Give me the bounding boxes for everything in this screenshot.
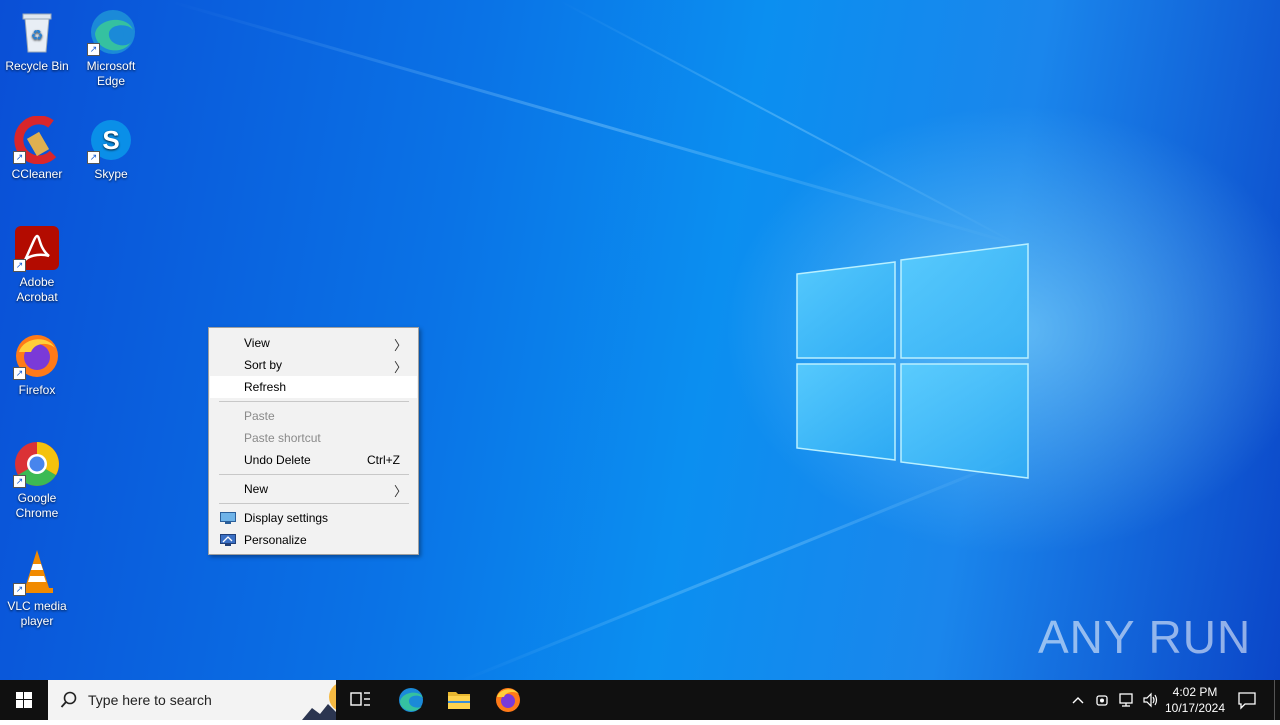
menu-item-display-settings[interactable]: Display settings: [210, 507, 417, 529]
task-view-button[interactable]: [342, 680, 378, 720]
recycle-bin-icon: ♻: [13, 8, 61, 56]
microsoft-edge-icon: ↗: [87, 8, 135, 56]
windows-logo-wallpaper: [796, 243, 1029, 479]
skype-icon: S ↗: [87, 116, 135, 164]
menu-item-refresh[interactable]: Refresh: [210, 376, 417, 398]
chevron-right-icon: 〉: [393, 360, 407, 375]
menu-item-view[interactable]: View 〉: [210, 332, 417, 354]
light-beam: [459, 447, 1036, 680]
desktop-icon-label: Skype: [94, 167, 128, 181]
display-settings-icon: [220, 512, 236, 524]
action-center-button[interactable]: [1237, 690, 1257, 713]
firefox-icon: ↗: [13, 332, 61, 380]
desktop-icon-label: VLC media player: [7, 599, 67, 628]
menu-item-paste[interactable]: Paste: [210, 405, 417, 427]
desktop-icon-google-chrome[interactable]: ↗ Google Chrome: [0, 440, 74, 521]
desktop-icon-label: Google Chrome: [15, 491, 59, 520]
taskbar-file-explorer-button[interactable]: [442, 680, 476, 720]
desktop-context-menu: View 〉 Sort by 〉 Refresh Paste Paste sho…: [208, 327, 419, 555]
svg-text:S: S: [102, 125, 119, 155]
menu-separator: [219, 401, 409, 402]
taskbar-search-box[interactable]: Type here to search: [48, 680, 336, 720]
desktop-icon-label: CCleaner: [11, 167, 63, 181]
svg-text:♻: ♻: [31, 27, 44, 43]
shortcut-arrow-icon: ↗: [13, 475, 26, 488]
start-button[interactable]: [0, 680, 48, 720]
menu-item-personalize[interactable]: Personalize: [210, 529, 417, 551]
personalize-icon: [220, 534, 236, 546]
light-beam: [169, 0, 1036, 252]
folder-icon: [448, 692, 470, 709]
chevron-right-icon: 〉: [393, 338, 407, 353]
menu-item-new[interactable]: New 〉: [210, 478, 417, 500]
desktop-icon-ccleaner[interactable]: ↗ CCleaner: [0, 115, 74, 182]
shortcut-arrow-icon: ↗: [13, 583, 26, 596]
microsoft-edge-icon: [399, 688, 423, 712]
taskbar: Type here to search 4:02 PM 10/17/2024: [0, 680, 1280, 720]
ccleaner-icon: ↗: [13, 115, 61, 165]
shortcut-arrow-icon: ↗: [13, 151, 26, 164]
search-placeholder: Type here to search: [88, 692, 212, 708]
task-view-icon: [350, 692, 370, 706]
desktop-icon-microsoft-edge[interactable]: ↗ Microsoft Edge: [74, 8, 148, 89]
desktop-icon-vlc-media-player[interactable]: ↗ VLC media player: [0, 548, 74, 629]
desktop-icon-label: Adobe Acrobat: [16, 275, 58, 304]
shortcut-arrow-icon: ↗: [13, 259, 26, 272]
show-desktop-button[interactable]: [1274, 680, 1275, 720]
desktop-icon-skype[interactable]: S ↗ Skype: [74, 116, 148, 182]
desktop-icon-adobe-acrobat[interactable]: ↗ Adobe Acrobat: [0, 224, 74, 305]
show-hidden-icons-button[interactable]: [1070, 690, 1086, 713]
menu-item-undo-delete[interactable]: Undo Delete Ctrl+Z: [210, 449, 417, 471]
clock-date: 10/17/2024: [1164, 701, 1226, 715]
light-beam: [559, 0, 1020, 247]
desktop[interactable]: ♻ Recycle Bin ↗ Microsoft Edge ↗ CCleane…: [0, 0, 1280, 680]
taskbar-clock[interactable]: 4:02 PM 10/17/2024: [1160, 684, 1230, 716]
tray-meet-now-button[interactable]: [1094, 690, 1112, 713]
shortcut-arrow-icon: ↗: [87, 151, 100, 164]
notification-icon: [1238, 692, 1256, 710]
taskbar-firefox-button[interactable]: [491, 680, 525, 720]
google-chrome-icon: ↗: [13, 440, 61, 488]
clock-time: 4:02 PM: [1172, 685, 1218, 699]
tray-network-button[interactable]: [1117, 690, 1135, 713]
menu-item-sort-by[interactable]: Sort by 〉: [210, 354, 417, 376]
network-icon: [1119, 693, 1133, 707]
vlc-cone-icon: ↗: [13, 548, 61, 596]
adobe-acrobat-icon: ↗: [13, 224, 61, 272]
chevron-right-icon: 〉: [393, 484, 407, 499]
desktop-icon-label: Microsoft Edge: [86, 59, 136, 88]
menu-separator: [219, 474, 409, 475]
shortcut-arrow-icon: ↗: [87, 43, 100, 56]
desktop-icon-label: Recycle Bin: [5, 59, 69, 73]
search-highlight-illustration: [302, 680, 336, 720]
shortcut-arrow-icon: ↗: [13, 367, 26, 380]
menu-separator: [219, 503, 409, 504]
chevron-up-icon: [1072, 697, 1084, 704]
taskbar-edge-button[interactable]: [394, 680, 428, 720]
search-icon: [60, 691, 77, 708]
any-run-watermark: ANY RUN: [1038, 611, 1252, 663]
desktop-icon-recycle-bin[interactable]: ♻ Recycle Bin: [0, 8, 74, 74]
firefox-icon: [496, 688, 520, 712]
desktop-icon-firefox[interactable]: ↗ Firefox: [0, 332, 74, 398]
keyboard-shortcut-label: Ctrl+Z: [367, 453, 400, 467]
meet-now-icon: [1096, 695, 1108, 706]
menu-item-paste-shortcut[interactable]: Paste shortcut: [210, 427, 417, 449]
desktop-icon-label: Firefox: [18, 383, 56, 397]
windows-start-icon: [16, 692, 32, 708]
tray-volume-button[interactable]: [1141, 690, 1161, 713]
speaker-icon: [1143, 692, 1158, 708]
